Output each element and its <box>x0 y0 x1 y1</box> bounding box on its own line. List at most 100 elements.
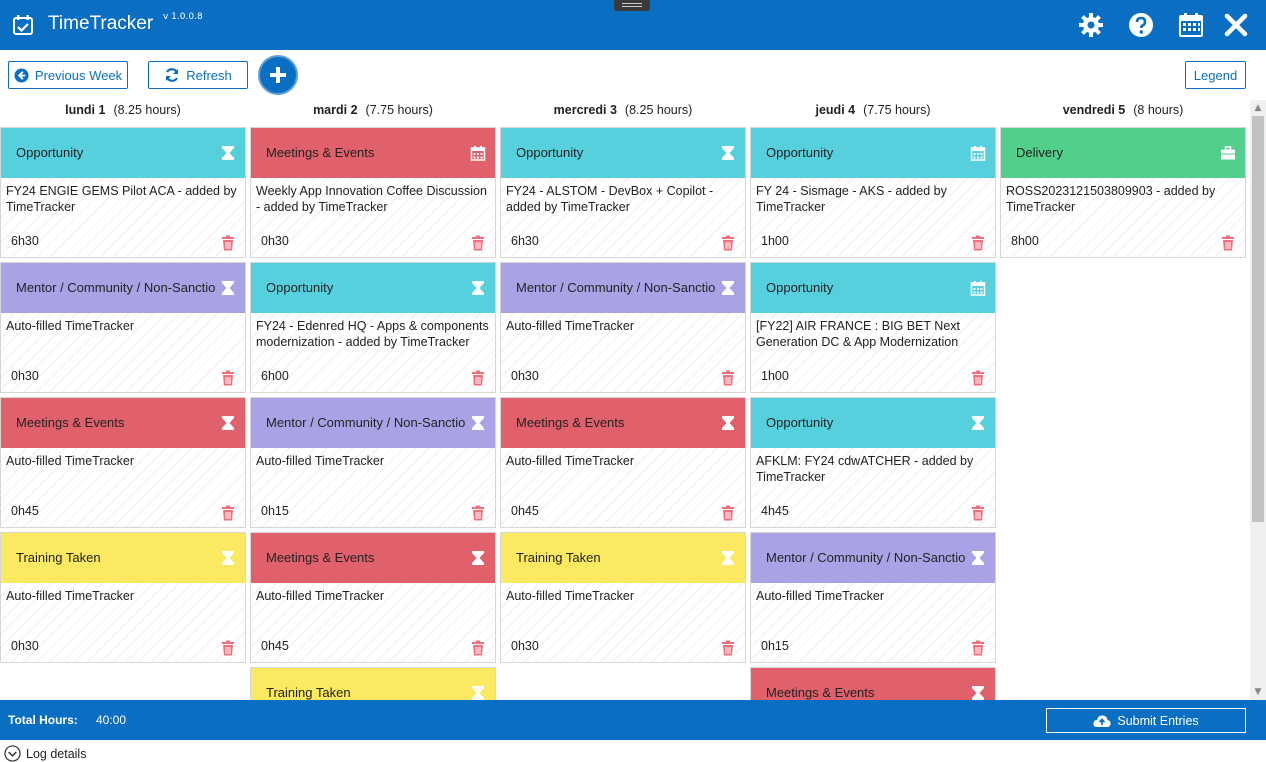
total-hours-value: 40:00 <box>96 713 127 727</box>
entry-card-header[interactable]: Meetings & Events <box>1 398 245 448</box>
day-headers: lundi 1 (8.25 hours) mardi 2 (7.75 hours) … <box>0 103 1250 123</box>
day-name: jeudi 4 <box>815 103 856 117</box>
hourglass-icon <box>470 280 486 296</box>
entry-description: Auto-filled TimeTracker <box>6 589 135 603</box>
entry-card-header[interactable]: Meetings & Events <box>251 533 495 583</box>
entry-card[interactable]: Meetings & Events Auto-filled TimeTracker… <box>500 397 746 528</box>
entry-card[interactable]: Training Taken <box>250 667 496 700</box>
trash-icon[interactable] <box>221 640 235 656</box>
entry-description: Auto-filled TimeTracker <box>756 589 885 603</box>
refresh-button[interactable]: Refresh <box>148 61 248 89</box>
close-icon[interactable] <box>1222 11 1250 39</box>
toolbar: Previous Week Refresh Legend <box>0 50 1266 100</box>
submit-entries-button[interactable]: Submit Entries <box>1046 708 1246 733</box>
trash-icon[interactable] <box>471 235 485 251</box>
entry-card[interactable]: Training Taken Auto-filled TimeTracker 0h3… <box>500 532 746 663</box>
entry-card-header[interactable]: Opportunity <box>751 263 995 313</box>
trash-icon[interactable] <box>721 505 735 521</box>
plus-icon <box>270 67 286 83</box>
trash-icon[interactable] <box>971 235 985 251</box>
trash-icon[interactable] <box>721 235 735 251</box>
legend-button[interactable]: Legend <box>1185 61 1246 89</box>
entry-card[interactable]: Meetings & Events Auto-filled TimeTracker… <box>0 397 246 528</box>
entry-category: Opportunity <box>766 145 834 160</box>
entry-card-header[interactable]: Training Taken <box>251 668 495 700</box>
entry-description: FY 24 - Sismage - AKS - added by TimeTra… <box>756 184 947 214</box>
entry-duration: 6h00 <box>261 369 289 383</box>
entry-card[interactable]: Meetings & Events Auto-filled TimeTracker… <box>250 532 496 663</box>
entry-description: Auto-filled TimeTracker <box>506 454 635 468</box>
trash-icon[interactable] <box>221 505 235 521</box>
entry-card[interactable]: Opportunity FY24 - Edenred HQ - Apps & co… <box>250 262 496 393</box>
entry-description: Auto-filled TimeTracker <box>506 319 635 333</box>
entry-card[interactable]: Opportunity [FY22] AIR FRANCE : BIG BET N… <box>750 262 996 393</box>
hourglass-icon <box>720 145 736 161</box>
trash-icon[interactable] <box>721 370 735 386</box>
scroll-up-icon[interactable]: ▲ <box>1254 104 1262 113</box>
trash-icon[interactable] <box>221 370 235 386</box>
trash-icon[interactable] <box>971 505 985 521</box>
entries-grid: Opportunity FY24 ENGIE GEMS Pilot ACA - a… <box>0 127 1250 700</box>
entry-card[interactable]: Mentor / Community / Non-Sanctioned Auto-… <box>750 532 996 663</box>
previous-week-label: Previous Week <box>34 67 123 83</box>
vertical-scrollbar[interactable]: ▲ ▼ <box>1250 100 1266 700</box>
entry-card-header[interactable]: Training Taken <box>501 533 745 583</box>
entry-category: Meetings & Events <box>766 685 875 700</box>
entry-card-header[interactable]: Opportunity <box>751 398 995 448</box>
entry-duration: 6h30 <box>11 234 39 248</box>
log-details-label: Log details <box>26 747 87 761</box>
entry-card[interactable]: Opportunity FY 24 - Sismage - AKS - added… <box>750 127 996 258</box>
scroll-down-icon[interactable]: ▼ <box>1254 688 1262 697</box>
entry-card[interactable]: Opportunity FY24 - ALSTOM - DevBox + Copi… <box>500 127 746 258</box>
log-details-bar[interactable]: Log details <box>0 740 1266 762</box>
calendar-icon[interactable] <box>1177 11 1205 39</box>
trash-icon[interactable] <box>971 640 985 656</box>
entry-card-header[interactable]: Opportunity <box>251 263 495 313</box>
entry-card[interactable]: Mentor / Community / Non-Sanctioned Auto-… <box>0 262 246 393</box>
cloud-upload-icon <box>1093 714 1111 727</box>
entry-card-header[interactable]: Opportunity <box>751 128 995 178</box>
hourglass-icon <box>970 550 986 566</box>
entry-card[interactable]: Opportunity AFKLM: FY24 cdwATCHER - added… <box>750 397 996 528</box>
day-name: lundi 1 <box>65 103 106 117</box>
entry-card-header[interactable]: Mentor / Community / Non-Sanctioned <box>251 398 495 448</box>
entry-category: Meetings & Events <box>516 415 625 430</box>
scrollbar-thumb[interactable] <box>1252 116 1264 522</box>
entry-card-header[interactable]: Mentor / Community / Non-Sanctioned <box>751 533 995 583</box>
hourglass-icon <box>470 415 486 431</box>
entry-card[interactable]: Delivery ROSS2023121503809903 - added by … <box>1000 127 1246 258</box>
entry-card[interactable]: Training Taken Auto-filled TimeTracker 0h3… <box>0 532 246 663</box>
entry-card-header[interactable]: Meetings & Events <box>751 668 995 700</box>
entry-card-header[interactable]: Mentor / Community / Non-Sanctioned <box>1 263 245 313</box>
entry-card[interactable]: Opportunity FY24 ENGIE GEMS Pilot ACA - a… <box>0 127 246 258</box>
help-icon[interactable] <box>1127 11 1155 39</box>
trash-icon[interactable] <box>971 370 985 386</box>
entry-card-header[interactable]: Meetings & Events <box>251 128 495 178</box>
trash-icon[interactable] <box>1221 235 1235 251</box>
entry-duration: 0h30 <box>11 369 39 383</box>
entry-card[interactable]: Meetings & Events Weekly App Innovation C… <box>250 127 496 258</box>
entry-card-header[interactable]: Mentor / Community / Non-Sanctioned <box>501 263 745 313</box>
entry-card-header[interactable]: Opportunity <box>1 128 245 178</box>
day-hours: (7.75 hours) <box>365 103 433 117</box>
entry-category: Mentor / Community / Non-Sanctioned <box>516 280 716 295</box>
previous-week-button[interactable]: Previous Week <box>8 61 128 89</box>
add-entry-button[interactable] <box>258 55 298 95</box>
entry-card-header[interactable]: Training Taken <box>1 533 245 583</box>
day-name: vendredi 5 <box>1062 103 1126 117</box>
gear-icon[interactable] <box>1077 11 1105 39</box>
trash-icon[interactable] <box>471 370 485 386</box>
entry-card-header[interactable]: Meetings & Events <box>501 398 745 448</box>
trash-icon[interactable] <box>471 505 485 521</box>
chevron-down-circle-icon[interactable] <box>4 745 21 762</box>
entry-card-header[interactable]: Opportunity <box>501 128 745 178</box>
entry-card-header[interactable]: Delivery <box>1001 128 1245 178</box>
title-bar: TimeTracker v 1.0.0.8 <box>0 0 1266 50</box>
entry-card[interactable]: Mentor / Community / Non-Sanctioned Auto-… <box>500 262 746 393</box>
window-grip[interactable] <box>614 0 650 11</box>
trash-icon[interactable] <box>221 235 235 251</box>
entry-card[interactable]: Mentor / Community / Non-Sanctioned Auto-… <box>250 397 496 528</box>
trash-icon[interactable] <box>721 640 735 656</box>
entry-card[interactable]: Meetings & Events <box>750 667 996 700</box>
trash-icon[interactable] <box>471 640 485 656</box>
